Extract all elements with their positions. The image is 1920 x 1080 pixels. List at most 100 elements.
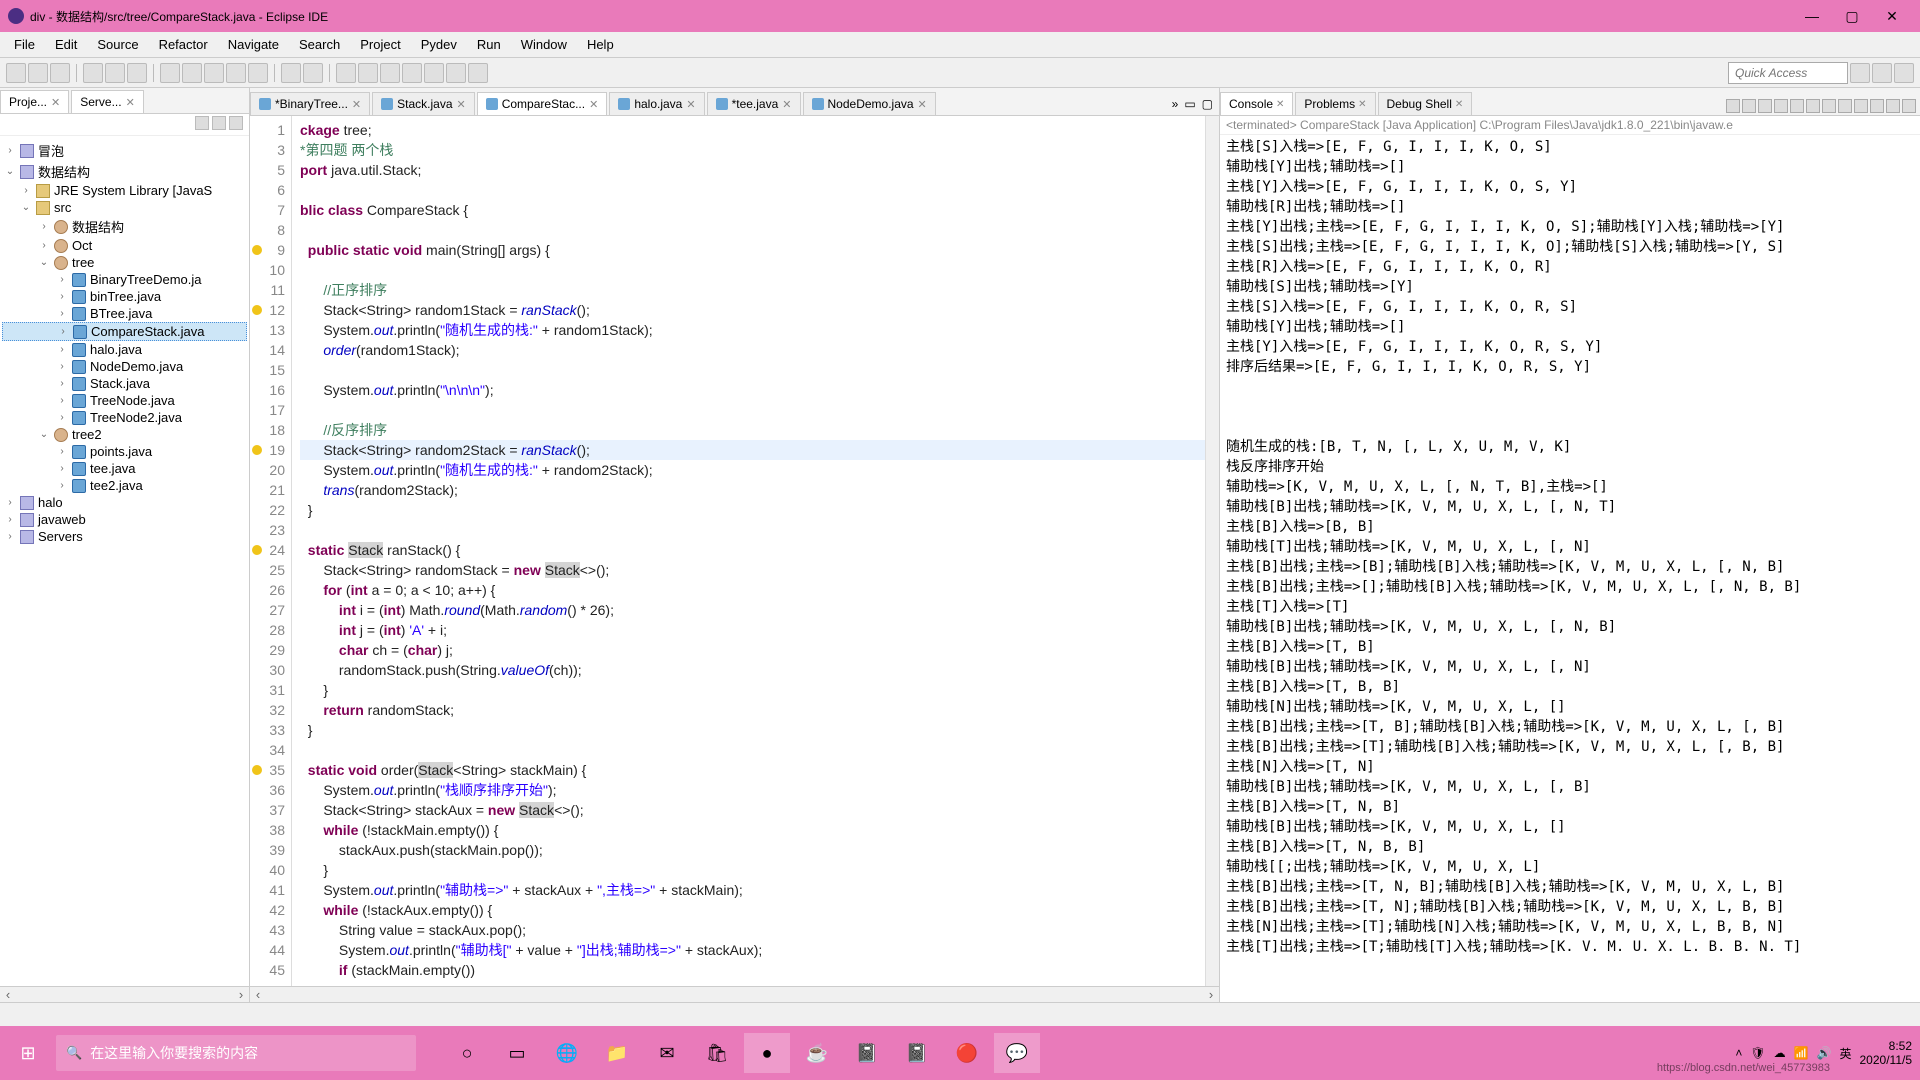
expander-icon[interactable]: › [56, 480, 68, 491]
warning-marker-icon[interactable] [252, 245, 262, 255]
maximize-button[interactable]: ▢ [1832, 8, 1872, 25]
file-explorer-icon[interactable]: 📁 [594, 1033, 640, 1073]
toolbar-icon[interactable] [28, 63, 48, 83]
code-line[interactable]: } [300, 860, 1205, 880]
mail-icon[interactable]: ✉ [644, 1033, 690, 1073]
console-toolbar-icon[interactable] [1806, 99, 1820, 113]
expander-icon[interactable]: ⌄ [38, 257, 50, 268]
expander-icon[interactable]: › [4, 514, 16, 525]
code-view[interactable]: ckage tree;*第四题 两个栈port java.util.Stack;… [292, 116, 1205, 986]
editor-tab[interactable]: *BinaryTree...✕ [250, 92, 370, 115]
close-icon[interactable]: ✕ [686, 98, 695, 111]
eclipse-task-icon[interactable]: ● [744, 1033, 790, 1073]
tree-node[interactable]: ›Stack.java [2, 375, 247, 392]
code-line[interactable] [300, 360, 1205, 380]
tree-node[interactable]: ›halo [2, 494, 247, 511]
expander-icon[interactable]: › [56, 446, 68, 457]
tree-node[interactable]: ›BTree.java [2, 305, 247, 322]
code-line[interactable]: trans(random2Stack); [300, 480, 1205, 500]
close-icon[interactable]: ✕ [1358, 99, 1366, 110]
code-line[interactable]: for (int a = 0; a < 10; a++) { [300, 580, 1205, 600]
close-icon[interactable]: ✕ [457, 98, 466, 111]
editor-scrollbar[interactable]: ‹› [250, 986, 1219, 1002]
tray-chevron-icon[interactable]: ˄ [1735, 1046, 1742, 1060]
editor-tab[interactable]: CompareStac...✕ [477, 92, 608, 115]
expander-icon[interactable]: › [56, 395, 68, 406]
code-line[interactable]: while (!stackMain.empty()) { [300, 820, 1205, 840]
tree-node[interactable]: ›BinaryTreeDemo.ja [2, 271, 247, 288]
tree-node[interactable]: ›TreeNode.java [2, 392, 247, 409]
tree-node[interactable]: ›tee2.java [2, 477, 247, 494]
expander-icon[interactable]: › [56, 344, 68, 355]
toolbar-icon[interactable] [50, 63, 70, 83]
code-line[interactable]: System.out.println("随机生成的栈:" + random1St… [300, 320, 1205, 340]
debug-perspective-icon[interactable] [1894, 63, 1914, 83]
explorer-tab[interactable]: Proje...✕ [0, 90, 69, 113]
toolbar-icon[interactable] [204, 63, 224, 83]
console-tab-problems[interactable]: Problems✕ [1295, 92, 1375, 115]
console-toolbar-icon[interactable] [1822, 99, 1836, 113]
console-toolbar-icon[interactable] [1886, 99, 1900, 113]
expander-icon[interactable]: ⌄ [4, 166, 16, 177]
warning-marker-icon[interactable] [252, 545, 262, 555]
tree-node[interactable]: ›冒泡 [2, 140, 247, 161]
console-tab-debug-shell[interactable]: Debug Shell✕ [1378, 92, 1473, 115]
console-toolbar-icon[interactable] [1726, 99, 1740, 113]
app-icon[interactable]: 📓 [844, 1033, 890, 1073]
code-line[interactable]: Stack<String> stackAux = new Stack<>(); [300, 800, 1205, 820]
store-icon[interactable]: 🛍 [694, 1033, 740, 1073]
toolbar-icon[interactable] [160, 63, 180, 83]
search-input[interactable] [90, 1045, 406, 1061]
project-tree[interactable]: ›冒泡⌄数据结构›JRE System Library [JavaS⌄src›数… [0, 136, 249, 986]
expander-icon[interactable]: › [56, 463, 68, 474]
close-button[interactable]: ✕ [1872, 8, 1912, 25]
expander-icon[interactable]: › [4, 531, 16, 542]
code-line[interactable]: port java.util.Stack; [300, 160, 1205, 180]
expander-icon[interactable]: › [57, 326, 69, 337]
expander-icon[interactable]: ⌄ [38, 429, 50, 440]
toolbar-icon[interactable] [281, 63, 301, 83]
app-icon[interactable]: 📓 [894, 1033, 940, 1073]
overview-ruler[interactable] [1205, 116, 1219, 986]
netease-icon[interactable]: 🔴 [944, 1033, 990, 1073]
console-toolbar-icon[interactable] [1902, 99, 1916, 113]
code-line[interactable]: System.out.println("辅助栈=>" + stackAux + … [300, 880, 1205, 900]
close-icon[interactable]: ✕ [918, 98, 927, 111]
toolbar-icon[interactable] [182, 63, 202, 83]
expander-icon[interactable]: › [56, 361, 68, 372]
edge-icon[interactable]: 🌐 [544, 1033, 590, 1073]
toolbar-icon[interactable] [6, 63, 26, 83]
tree-node[interactable]: ⌄src [2, 199, 247, 216]
console-toolbar-icon[interactable] [1742, 99, 1756, 113]
warning-marker-icon[interactable] [252, 445, 262, 455]
explorer-scrollbar[interactable]: ‹› [0, 986, 249, 1002]
menu-file[interactable]: File [4, 33, 45, 56]
close-icon[interactable]: ✕ [126, 96, 135, 109]
expander-icon[interactable]: › [56, 378, 68, 389]
editor-extra-icon[interactable]: » [1172, 97, 1179, 111]
toolbar-icon[interactable] [248, 63, 268, 83]
code-line[interactable]: String value = stackAux.pop(); [300, 920, 1205, 940]
collapse-all-icon[interactable] [195, 116, 209, 130]
code-line[interactable]: System.out.println("栈顺序排序开始"); [300, 780, 1205, 800]
tree-node[interactable]: ⌄tree2 [2, 426, 247, 443]
editor-tab[interactable]: Stack.java✕ [372, 92, 475, 115]
expander-icon[interactable]: › [56, 274, 68, 285]
expander-icon[interactable]: › [4, 145, 16, 156]
close-icon[interactable]: ✕ [352, 98, 361, 111]
quick-access-input[interactable] [1728, 62, 1848, 84]
code-line[interactable]: ckage tree; [300, 120, 1205, 140]
tray-icon[interactable]: 🛡 [1750, 1046, 1765, 1060]
close-icon[interactable]: ✕ [782, 98, 791, 111]
code-line[interactable]: //反序排序 [300, 420, 1205, 440]
explorer-tab[interactable]: Serve...✕ [71, 90, 144, 113]
console-output[interactable]: 主栈[S]入栈=>[E, F, G, I, I, I, K, O, S] 辅助栈… [1220, 135, 1920, 1002]
expander-icon[interactable]: › [56, 291, 68, 302]
menu-source[interactable]: Source [87, 33, 148, 56]
tree-node[interactable]: ›javaweb [2, 511, 247, 528]
ime-indicator[interactable]: 英 [1839, 1045, 1851, 1062]
code-line[interactable]: public static void main(String[] args) { [300, 240, 1205, 260]
toolbar-icon[interactable] [336, 63, 356, 83]
code-line[interactable]: *第四题 两个栈 [300, 140, 1205, 160]
toolbar-icon[interactable] [402, 63, 422, 83]
